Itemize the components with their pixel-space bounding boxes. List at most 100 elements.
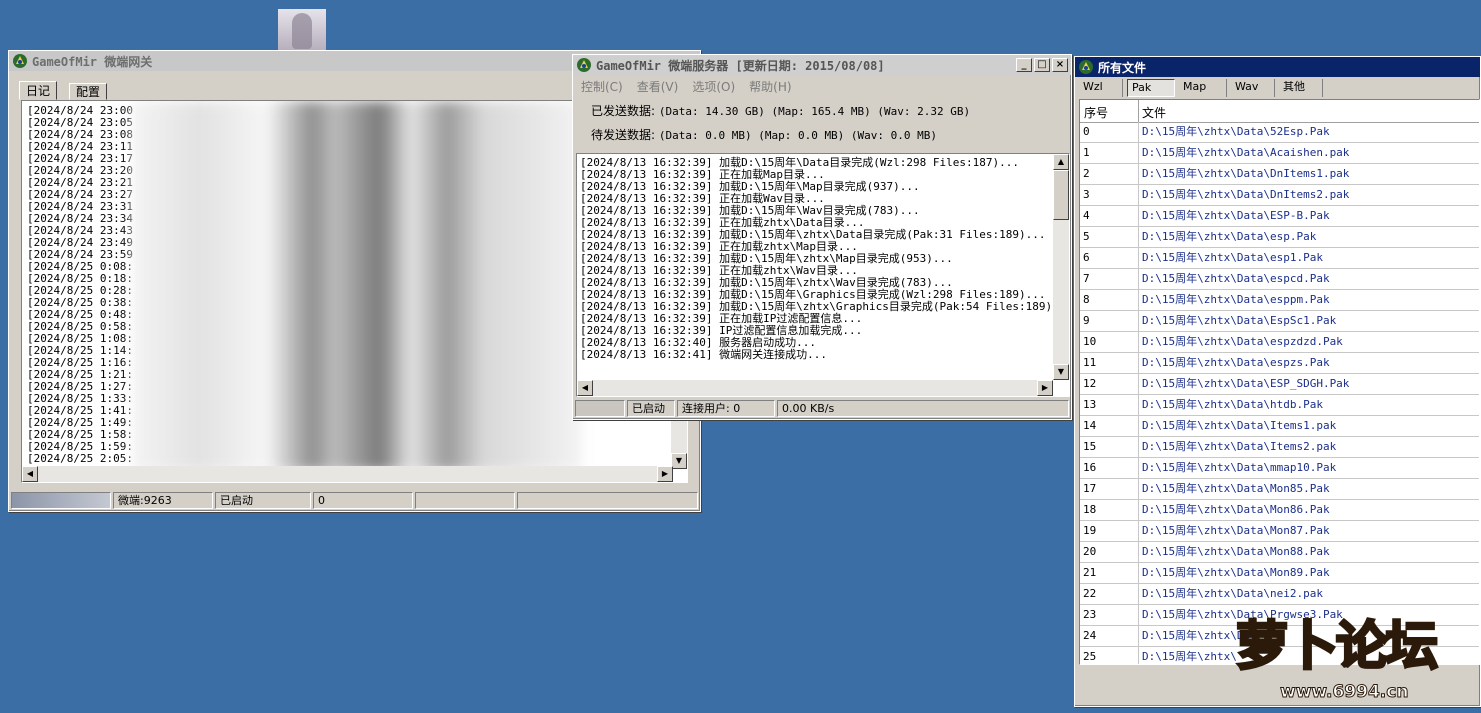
table-row[interactable]: 19 D:\15周年\zhtx\Data\Mon87.Pak xyxy=(1080,521,1479,542)
row-index: 16 xyxy=(1083,461,1097,474)
table-row[interactable]: 11 D:\15周年\zhtx\Data\espzs.Pak xyxy=(1080,353,1479,374)
row-index: 6 xyxy=(1083,251,1090,264)
row-index: 9 xyxy=(1083,314,1090,327)
table-row[interactable]: 10 D:\15周年\zhtx\Data\espzdzd.Pak xyxy=(1080,332,1479,353)
pending-data-row: 待发送数据: (Data: 0.0 MB) (Map: 0.0 MB) (Wav… xyxy=(591,126,937,143)
scroll-left-arrow-icon[interactable]: ◀ xyxy=(22,466,38,482)
table-row[interactable]: 14 D:\15周年\zhtx\Data\Items1.pak xyxy=(1080,416,1479,437)
tab-other[interactable]: 其他 xyxy=(1279,79,1323,97)
sent-data-row: 已发送数据: (Data: 14.30 GB) (Map: 165.4 MB) … xyxy=(591,102,970,119)
table-row[interactable]: 21 D:\15周年\zhtx\Data\Mon89.Pak xyxy=(1080,563,1479,584)
table-row[interactable]: 1 D:\15周年\zhtx\Data\Acaishen.pak xyxy=(1080,143,1479,164)
maximize-icon[interactable]: □ xyxy=(1034,58,1050,72)
column-header-index[interactable]: 序号 xyxy=(1084,104,1108,121)
menu-view[interactable]: 查看(V) xyxy=(637,78,679,94)
row-file-path: D:\15周年\zhtx\Data\espzdzd.Pak xyxy=(1142,335,1343,348)
row-index: 12 xyxy=(1083,377,1097,390)
table-row[interactable]: 3 D:\15周年\zhtx\Data\DnItems2.pak xyxy=(1080,185,1479,206)
row-file-path: D:\15周年\zhtx\Data\ESP-B.Pak xyxy=(1142,209,1330,222)
table-row[interactable]: 15 D:\15周年\zhtx\Data\Items2.pak xyxy=(1080,437,1479,458)
server-vscrollbar[interactable]: ▲ ▼ xyxy=(1053,154,1069,380)
row-index: 25 xyxy=(1083,650,1097,663)
gateway-log-list: [2024/8/24 23:00 [2024/8/24 23:05 [2024/8/… xyxy=(27,105,133,465)
menu-options[interactable]: 选项(O) xyxy=(692,78,735,94)
table-row[interactable]: 17 D:\15周年\zhtx\Data\Mon85.Pak xyxy=(1080,479,1479,500)
column-header-file[interactable]: 文件 xyxy=(1142,104,1166,121)
row-index: 0 xyxy=(1083,125,1090,138)
row-file-path: D:\15周年\zhtx\Data\htdb.Pak xyxy=(1142,398,1323,411)
server-hscrollbar[interactable]: ◀ ▶ xyxy=(577,380,1053,396)
scroll-down-arrow-icon[interactable]: ▼ xyxy=(671,453,687,469)
status-speed: 0.00 KB/s xyxy=(777,400,1069,417)
row-index: 24 xyxy=(1083,629,1097,642)
row-index: 1 xyxy=(1083,146,1090,159)
row-index: 18 xyxy=(1083,503,1097,516)
close-icon[interactable]: × xyxy=(1052,58,1068,72)
scroll-down-arrow-icon[interactable]: ▼ xyxy=(1053,364,1069,380)
row-index: 21 xyxy=(1083,566,1097,579)
tab-map[interactable]: Map xyxy=(1179,79,1227,97)
files-list-header: 序号 文件 xyxy=(1080,100,1479,123)
row-index: 14 xyxy=(1083,419,1097,432)
table-row[interactable]: 5 D:\15周年\zhtx\Data\esp.Pak xyxy=(1080,227,1479,248)
sent-label: 已发送数据: xyxy=(591,104,656,118)
row-file-path: D:\15周年\zhtx\Data\DnItems1.pak xyxy=(1142,167,1350,180)
gateway-hscrollbar[interactable]: ◀ ▶ xyxy=(22,466,673,482)
row-index: 8 xyxy=(1083,293,1090,306)
tab-wav[interactable]: Wav xyxy=(1231,79,1275,97)
tab-wzl[interactable]: Wzl xyxy=(1079,79,1123,97)
server-window: GameOfMir 微端服务器 [更新日期: 2015/08/08] _ □ ×… xyxy=(572,54,1072,420)
scroll-right-arrow-icon[interactable]: ▶ xyxy=(1037,380,1053,396)
table-row[interactable]: 13 D:\15周年\zhtx\Data\htdb.Pak xyxy=(1080,395,1479,416)
table-row[interactable]: 8 D:\15周年\zhtx\Data\esppm.Pak xyxy=(1080,290,1479,311)
row-file-path: D:\15周年\zhtx\Data\ESP_SDGH.Pak xyxy=(1142,377,1350,390)
gateway-statusbar: 微端:9263 已启动 0 xyxy=(11,492,698,509)
row-file-path: D:\15周年\zhtx\Data\Mon89.Pak xyxy=(1142,566,1330,579)
desktop-avatar-thumbnail[interactable] xyxy=(278,9,326,51)
row-index: 22 xyxy=(1083,587,1097,600)
row-file-path: D:\15周年\zhtx\Data\esp1.Pak xyxy=(1142,251,1323,264)
scroll-up-arrow-icon[interactable]: ▲ xyxy=(1053,154,1069,170)
row-file-path: D:\15周年\zhtx\Data\Mon87.Pak xyxy=(1142,524,1330,537)
table-row[interactable]: 6 D:\15周年\zhtx\Data\esp1.Pak xyxy=(1080,248,1479,269)
row-file-path: D:\15周年\zhtx\Data\DnItems2.pak xyxy=(1142,188,1350,201)
watermark-url: www.6994.cn xyxy=(1279,682,1409,703)
menu-help[interactable]: 帮助(H) xyxy=(749,78,791,94)
row-file-path: D:\15周年\zhtx\Data\EspSc1.Pak xyxy=(1142,314,1337,327)
table-row[interactable]: 2 D:\15周年\zhtx\Data\DnItems1.pak xyxy=(1080,164,1479,185)
server-menubar: 控制(C) 查看(V) 选项(O) 帮助(H) xyxy=(581,78,792,94)
scroll-right-arrow-icon[interactable]: ▶ xyxy=(657,466,673,482)
tab-log[interactable]: 日记 xyxy=(19,81,58,100)
files-titlebar[interactable]: 所有文件 xyxy=(1075,57,1480,77)
scroll-thumb[interactable] xyxy=(1053,170,1069,220)
table-row[interactable]: 4 D:\15周年\zhtx\Data\ESP-B.Pak xyxy=(1080,206,1479,227)
files-list-rows: 0 D:\15周年\zhtx\Data\52Esp.Pak 1 D:\15周年\zht… xyxy=(1080,122,1479,664)
row-file-path: D:\15周年\zhtx\Data\52Esp.Pak xyxy=(1142,125,1330,138)
table-row[interactable]: 7 D:\15周年\zhtx\Data\espcd.Pak xyxy=(1080,269,1479,290)
table-row[interactable]: 22 D:\15周年\zhtx\Data\nei2.pak xyxy=(1080,584,1479,605)
watermark-logo-text: 萝卜论坛 xyxy=(1234,616,1439,679)
table-row[interactable]: 18 D:\15周年\zhtx\Data\Mon86.Pak xyxy=(1080,500,1479,521)
table-row[interactable]: 12 D:\15周年\zhtx\Data\ESP_SDGH.Pak xyxy=(1080,374,1479,395)
tab-config[interactable]: 配置 xyxy=(69,83,108,100)
table-row[interactable]: 16 D:\15周年\zhtx\Data\mmap10.Pak xyxy=(1080,458,1479,479)
row-file-path: D:\15周年\zhtx\Data\Acaishen.pak xyxy=(1142,146,1350,159)
app-icon xyxy=(1079,60,1093,74)
tab-pak[interactable]: Pak xyxy=(1127,79,1175,97)
status-count: 0 xyxy=(313,492,413,509)
files-window: 所有文件 Wzl Pak Map Wav 其他 序号 文件 0 D:\15周年\zhtx\… xyxy=(1074,56,1481,707)
pending-label: 待发送数据: xyxy=(591,128,656,142)
minimize-icon[interactable]: _ xyxy=(1016,58,1032,72)
app-icon xyxy=(13,54,27,68)
status-redacted xyxy=(11,492,111,509)
table-row[interactable]: 20 D:\15周年\zhtx\Data\Mon88.Pak xyxy=(1080,542,1479,563)
menu-control[interactable]: 控制(C) xyxy=(581,78,623,94)
table-row[interactable]: 9 D:\15周年\zhtx\Data\EspSc1.Pak xyxy=(1080,311,1479,332)
forum-watermark: 萝卜论坛 www.6994.cn xyxy=(1230,612,1470,710)
row-file-path: D:\15周年\zhtx\Data\espzs.Pak xyxy=(1142,356,1330,369)
scroll-left-arrow-icon[interactable]: ◀ xyxy=(577,380,593,396)
server-titlebar[interactable]: GameOfMir 微端服务器 [更新日期: 2015/08/08] _ □ × xyxy=(573,55,1071,75)
row-file-path: D:\15周年\zhtx\ xyxy=(1142,650,1237,663)
window-title: GameOfMir 微端网关 xyxy=(32,54,153,69)
table-row[interactable]: 0 D:\15周年\zhtx\Data\52Esp.Pak xyxy=(1080,122,1479,143)
